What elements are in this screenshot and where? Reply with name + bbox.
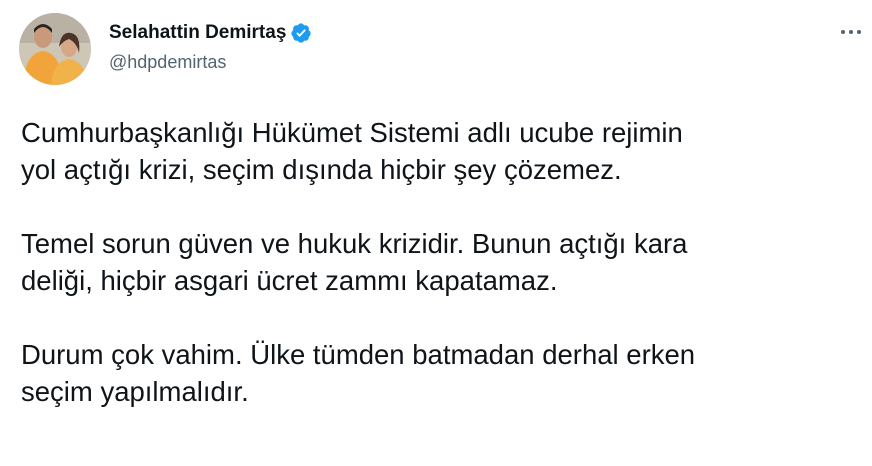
more-options-icon xyxy=(841,30,861,34)
author-name-row[interactable]: Selahattin Demirtaş xyxy=(109,22,312,44)
more-options-button[interactable] xyxy=(836,20,866,44)
tweet-paragraph-1: Cumhurbaşkanlığı Hükümet Sistemi adlı uc… xyxy=(21,117,683,185)
tweet-paragraph-2: Temel sorun güven ve hukuk krizidir. Bun… xyxy=(21,228,688,296)
verified-badge-icon xyxy=(290,22,312,44)
tweet-paragraph-3: Durum çok vahim. Ülke tümden batmadan de… xyxy=(21,339,696,407)
author-display-name[interactable]: Selahattin Demirtaş xyxy=(109,22,286,44)
author-handle[interactable]: @hdpdemirtas xyxy=(109,52,226,73)
avatar[interactable] xyxy=(19,13,91,85)
tweet-card: Selahattin Demirtaş @hdpdemirtas Cumhurb… xyxy=(0,0,872,466)
tweet-text: Cumhurbaşkanlığı Hükümet Sistemi adlı uc… xyxy=(21,114,863,410)
